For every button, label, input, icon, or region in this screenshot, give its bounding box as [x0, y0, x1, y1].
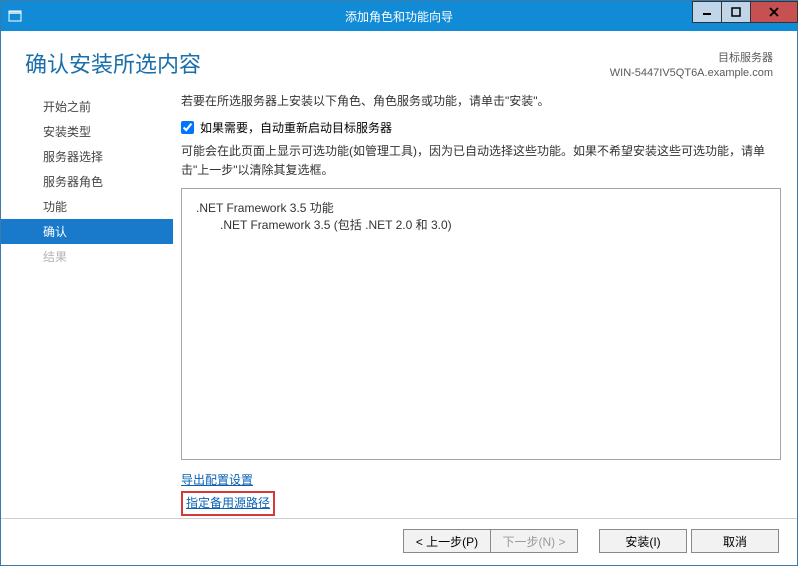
intro-text: 若要在所选服务器上安装以下角色、角色服务或功能，请单击"安装"。 — [181, 92, 781, 109]
page-title: 确认安装所选内容 — [25, 47, 201, 79]
maximize-button[interactable] — [721, 1, 751, 23]
next-button: 下一步(N) > — [490, 529, 578, 553]
feature-list: .NET Framework 3.5 功能 .NET Framework 3.5… — [181, 188, 781, 460]
window-title: 添加角色和功能向导 — [345, 8, 453, 25]
step-server-select[interactable]: 服务器选择 — [1, 144, 173, 169]
header-area: 确认安装所选内容 目标服务器 WIN-5447IV5QT6A.example.c… — [1, 31, 797, 92]
destination-server: WIN-5447IV5QT6A.example.com — [610, 66, 773, 81]
previous-button[interactable]: < 上一步(P) — [403, 529, 491, 553]
nav-button-group: < 上一步(P) 下一步(N) > — [403, 529, 577, 553]
feature-item: .NET Framework 3.5 (包括 .NET 2.0 和 3.0) — [196, 216, 766, 233]
titlebar: 添加角色和功能向导 — [1, 1, 797, 31]
install-button[interactable]: 安装(I) — [599, 529, 687, 553]
step-install-type[interactable]: 安装类型 — [1, 119, 173, 144]
wizard-steps: 开始之前 安装类型 服务器选择 服务器角色 功能 确认 结果 — [1, 92, 173, 518]
restart-checkbox-label: 如果需要，自动重新启动目标服务器 — [200, 119, 392, 136]
links-block: 导出配置设置 指定备用源路径 — [181, 460, 781, 518]
step-server-roles[interactable]: 服务器角色 — [1, 169, 173, 194]
alt-source-link[interactable]: 指定备用源路径 — [186, 496, 270, 510]
export-config-link[interactable]: 导出配置设置 — [181, 473, 253, 487]
button-bar: < 上一步(P) 下一步(N) > 安装(I) 取消 — [1, 518, 797, 565]
step-confirm[interactable]: 确认 — [1, 219, 173, 244]
destination-label: 目标服务器 — [610, 51, 773, 66]
destination-block: 目标服务器 WIN-5447IV5QT6A.example.com — [610, 51, 773, 82]
close-button[interactable] — [750, 1, 798, 23]
app-icon — [7, 8, 23, 24]
wizard-window: 添加角色和功能向导 确认安装所选内容 目标服务器 WIN-5447IV5QT6A… — [0, 0, 798, 566]
step-before-begin[interactable]: 开始之前 — [1, 94, 173, 119]
window-controls — [692, 1, 797, 31]
note-text: 可能会在此页面上显示可选功能(如管理工具)，因为已自动选择这些功能。如果不希望安… — [181, 142, 781, 180]
main-panel: 若要在所选服务器上安装以下角色、角色服务或功能，请单击"安装"。 如果需要，自动… — [173, 92, 781, 518]
restart-checkbox[interactable] — [181, 121, 194, 134]
cancel-button[interactable]: 取消 — [691, 529, 779, 553]
step-features[interactable]: 功能 — [1, 194, 173, 219]
restart-checkbox-row: 如果需要，自动重新启动目标服务器 — [181, 119, 781, 136]
minimize-button[interactable] — [692, 1, 722, 23]
body-area: 开始之前 安装类型 服务器选择 服务器角色 功能 确认 结果 若要在所选服务器上… — [1, 92, 797, 518]
feature-item: .NET Framework 3.5 功能 — [196, 199, 766, 216]
step-results: 结果 — [1, 244, 173, 269]
